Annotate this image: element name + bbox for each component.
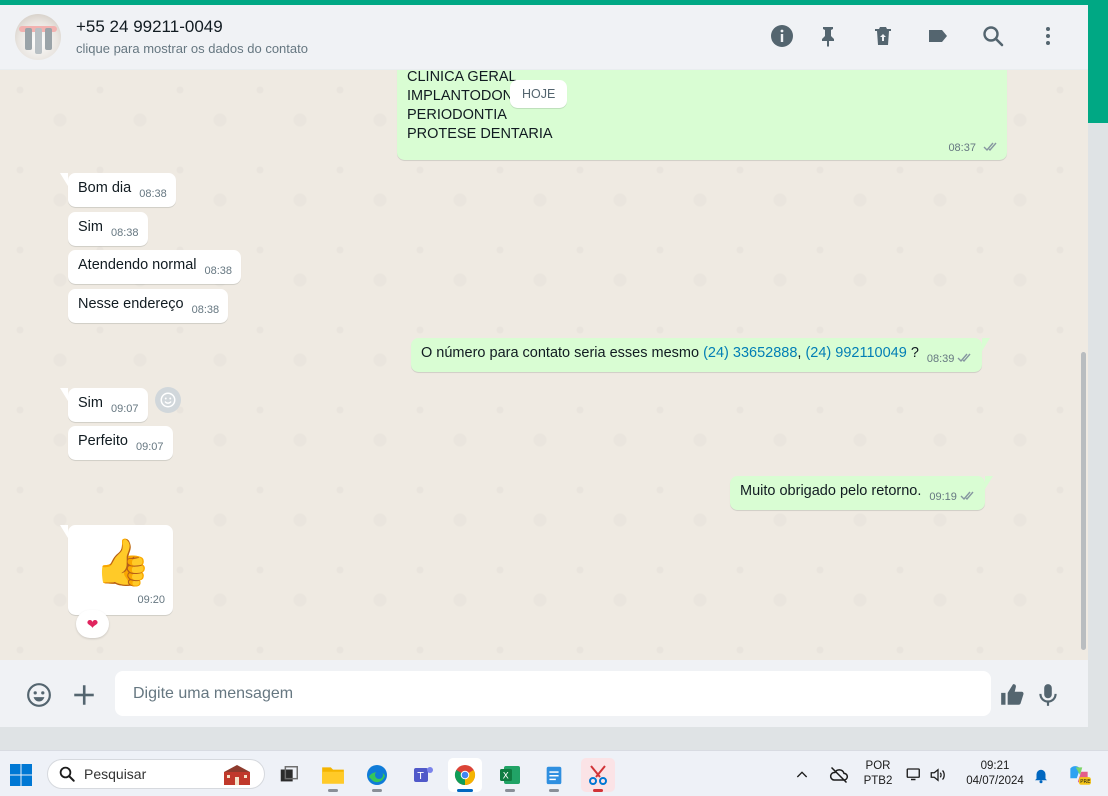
message-outgoing[interactable]: O número para contato seria esses mesmo …	[411, 338, 991, 372]
phone-link[interactable]: (24) 33652888	[703, 345, 797, 361]
teams-icon[interactable]: T	[406, 758, 440, 792]
message-line: PROTESE DENTARIA	[407, 126, 553, 142]
message-incoming[interactable]: Nesse endereço 08:38	[68, 289, 229, 323]
edge-browser-icon[interactable]	[360, 758, 394, 792]
message-text: O número para contato seria esses mesmo	[421, 345, 704, 361]
chat-messages-area[interactable]: CLINICA GERAL IMPLANTODON PERIODONTIA PR…	[0, 70, 1088, 660]
taskbar-search[interactable]: Pesquisar	[47, 759, 265, 789]
svg-text:PRE: PRE	[1080, 779, 1091, 785]
task-view-icon[interactable]	[272, 758, 306, 792]
onedrive-offline-icon[interactable]	[826, 758, 852, 792]
thumbs-up-send-icon[interactable]	[998, 681, 1026, 709]
contact-name[interactable]: +55 24 99211-0049	[76, 17, 223, 37]
message-input[interactable]	[115, 671, 991, 716]
scrollbar-thumb[interactable]	[1081, 352, 1086, 650]
message-time: 08:38	[204, 265, 233, 277]
message-outgoing[interactable]: CLINICA GERAL IMPLANTODON PERIODONTIA PR…	[397, 70, 1007, 160]
message-outgoing[interactable]: Muito obrigado pelo retorno. 09:19	[730, 476, 993, 510]
message-time: 08:39	[926, 353, 955, 365]
file-explorer-icon[interactable]	[316, 758, 350, 792]
message-time: 09:07	[135, 441, 164, 453]
excel-icon[interactable]: X	[493, 758, 527, 792]
label-icon[interactable]	[925, 23, 951, 49]
read-check-icon	[957, 350, 973, 369]
message-text: Bom dia	[78, 180, 132, 196]
notepad-icon[interactable]	[537, 758, 571, 792]
svg-text:X: X	[503, 772, 509, 782]
message-time: 09:20	[137, 594, 165, 606]
message-text: Sim	[78, 395, 103, 411]
contact-avatar[interactable]	[15, 14, 61, 60]
message-line: CLINICA GERAL	[407, 70, 517, 85]
delete-icon[interactable]	[870, 23, 896, 49]
message-incoming[interactable]: Perfeito 09:07	[68, 426, 173, 460]
message-text: Atendendo normal	[78, 257, 197, 273]
message-incoming[interactable]: Sim 09:07	[60, 388, 148, 422]
whatsapp-chat-window: +55 24 99211-0049 clique para mostrar os…	[0, 5, 1088, 727]
contact-subtitle[interactable]: clique para mostrar os dados do contato	[76, 41, 308, 56]
info-icon[interactable]	[769, 23, 795, 49]
read-check-icon	[983, 139, 999, 158]
message-line: PERIODONTIA	[407, 107, 507, 123]
clock-date: 04/07/2024	[966, 775, 1024, 787]
window-edge	[1088, 123, 1108, 750]
menu-icon[interactable]	[1035, 23, 1061, 49]
message-time: 08:38	[139, 188, 167, 200]
search-icon[interactable]	[980, 23, 1006, 49]
message-text: ?	[906, 345, 919, 361]
message-time: 08:38	[191, 304, 220, 316]
message-time: 09:19	[929, 491, 957, 503]
search-icon	[59, 766, 75, 782]
message-incoming[interactable]: Bom dia 08:38	[60, 173, 176, 207]
message-text: Muito obrigado pelo retorno.	[740, 483, 922, 499]
keyboard-layout: PTB2	[863, 775, 893, 787]
message-incoming[interactable]: Sim 08:38	[68, 212, 148, 246]
react-emoji-button[interactable]	[155, 387, 181, 413]
phone-link[interactable]: (24) 992110049	[805, 345, 906, 361]
network-icon[interactable]	[902, 758, 926, 792]
taskbar-clock[interactable]: 09:21 04/07/2024	[958, 759, 1032, 789]
volume-icon[interactable]	[926, 758, 950, 792]
message-text: Nesse endereço	[78, 296, 184, 312]
read-check-icon	[960, 488, 976, 507]
message-time: 09:07	[110, 403, 139, 415]
heart-reaction-icon[interactable]: ❤	[76, 610, 109, 638]
attach-plus-icon[interactable]	[70, 681, 98, 709]
message-incoming-emoji[interactable]: 👍 09:20	[60, 525, 173, 615]
svg-text:T: T	[417, 771, 425, 782]
thumbs-up-icon: 👍	[94, 536, 152, 588]
chrome-icon[interactable]	[448, 758, 482, 792]
snipping-tool-icon[interactable]	[581, 758, 615, 792]
pin-icon[interactable]	[815, 23, 841, 49]
building-icon	[222, 764, 252, 791]
windows-taskbar: Pesquisar T X POR PTB2 09:21 04/07/2024 …	[0, 750, 1108, 796]
message-time: 08:37	[948, 142, 976, 154]
day-divider: HOJE	[510, 80, 568, 108]
copilot-icon[interactable]: PRE	[1062, 758, 1096, 792]
show-hidden-icons-chevron-icon[interactable]	[790, 758, 814, 792]
chat-header[interactable]: +55 24 99211-0049 clique para mostrar os…	[0, 5, 1088, 70]
language-code: POR	[865, 760, 891, 772]
side-accent-strip	[1088, 5, 1108, 123]
chat-scrollbar[interactable]	[1080, 70, 1086, 660]
message-line: IMPLANTODON	[407, 88, 514, 104]
emoji-icon[interactable]	[25, 681, 53, 709]
message-incoming[interactable]: Atendendo normal 08:38	[68, 250, 242, 284]
microphone-icon[interactable]	[1034, 681, 1062, 709]
window-gap	[0, 727, 1108, 750]
input-language-indicator[interactable]: POR PTB2	[860, 759, 896, 789]
message-text: Perfeito	[78, 433, 128, 449]
search-label: Pesquisar	[84, 766, 147, 782]
message-composer	[0, 660, 1088, 727]
message-time: 08:38	[110, 227, 139, 239]
clock-time: 09:21	[980, 760, 1010, 772]
windows-start-icon[interactable]	[4, 758, 38, 792]
notification-bell-icon[interactable]	[1030, 758, 1052, 792]
message-text: Sim	[78, 219, 103, 235]
